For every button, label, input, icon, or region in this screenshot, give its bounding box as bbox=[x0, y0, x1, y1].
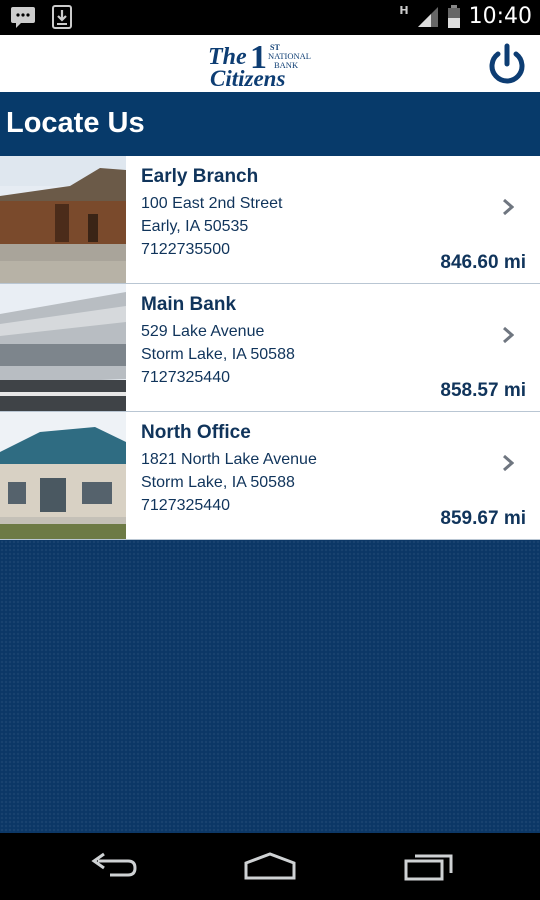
chevron-right-icon bbox=[503, 198, 514, 216]
power-icon bbox=[489, 43, 525, 84]
location-name: Early Branch bbox=[141, 166, 259, 187]
chat-bubble-icon bbox=[11, 7, 35, 28]
recent-apps-icon[interactable] bbox=[403, 851, 455, 881]
status-time: 10:40 bbox=[468, 4, 532, 29]
power-button[interactable] bbox=[486, 42, 528, 86]
location-distance: 846.60 mi bbox=[440, 252, 526, 273]
location-photo bbox=[0, 284, 126, 411]
page-title: Locate Us bbox=[6, 107, 145, 139]
locations-list: Early Branch 100 East 2nd Street Early, … bbox=[0, 156, 540, 540]
status-bar: H 10:40 bbox=[0, 0, 540, 35]
page-title-bar: Locate Us bbox=[0, 92, 540, 156]
location-distance: 858.57 mi bbox=[440, 380, 526, 401]
location-row[interactable]: Main Bank 529 Lake Avenue Storm Lake, IA… bbox=[0, 284, 540, 412]
home-icon[interactable] bbox=[243, 851, 297, 881]
location-name: North Office bbox=[141, 422, 251, 443]
bank-logo: The 1 ST NATIONAL BANK Citizens bbox=[208, 39, 333, 91]
location-distance: 859.67 mi bbox=[440, 508, 526, 529]
navigation-bar bbox=[0, 833, 540, 900]
logo-word-citizens: Citizens bbox=[210, 66, 285, 88]
location-row[interactable]: North Office 1821 North Lake Avenue Stor… bbox=[0, 412, 540, 540]
chevron-right-icon bbox=[503, 454, 514, 472]
battery-icon bbox=[447, 4, 460, 28]
location-phone[interactable]: 7127325440 bbox=[141, 494, 317, 517]
location-photo bbox=[0, 156, 126, 283]
location-street: 529 Lake Avenue bbox=[141, 323, 265, 340]
location-name: Main Bank bbox=[141, 294, 237, 315]
content-background bbox=[0, 540, 540, 833]
location-photo bbox=[0, 412, 126, 539]
location-city: Early, IA 50535 bbox=[141, 218, 249, 235]
location-city: Storm Lake, IA 50588 bbox=[141, 346, 295, 363]
location-row[interactable]: Early Branch 100 East 2nd Street Early, … bbox=[0, 156, 540, 284]
back-icon[interactable] bbox=[88, 851, 138, 881]
location-street: 1821 North Lake Avenue bbox=[141, 451, 317, 468]
location-phone[interactable]: 7127325440 bbox=[141, 366, 295, 389]
network-type-label: H bbox=[399, 4, 409, 17]
location-street: 100 East 2nd Street bbox=[141, 195, 283, 212]
chevron-right-icon bbox=[503, 326, 514, 344]
location-city: Storm Lake, IA 50588 bbox=[141, 474, 295, 491]
location-phone[interactable]: 7122735500 bbox=[141, 238, 282, 261]
signal-icon bbox=[417, 6, 438, 27]
download-icon bbox=[52, 5, 72, 29]
